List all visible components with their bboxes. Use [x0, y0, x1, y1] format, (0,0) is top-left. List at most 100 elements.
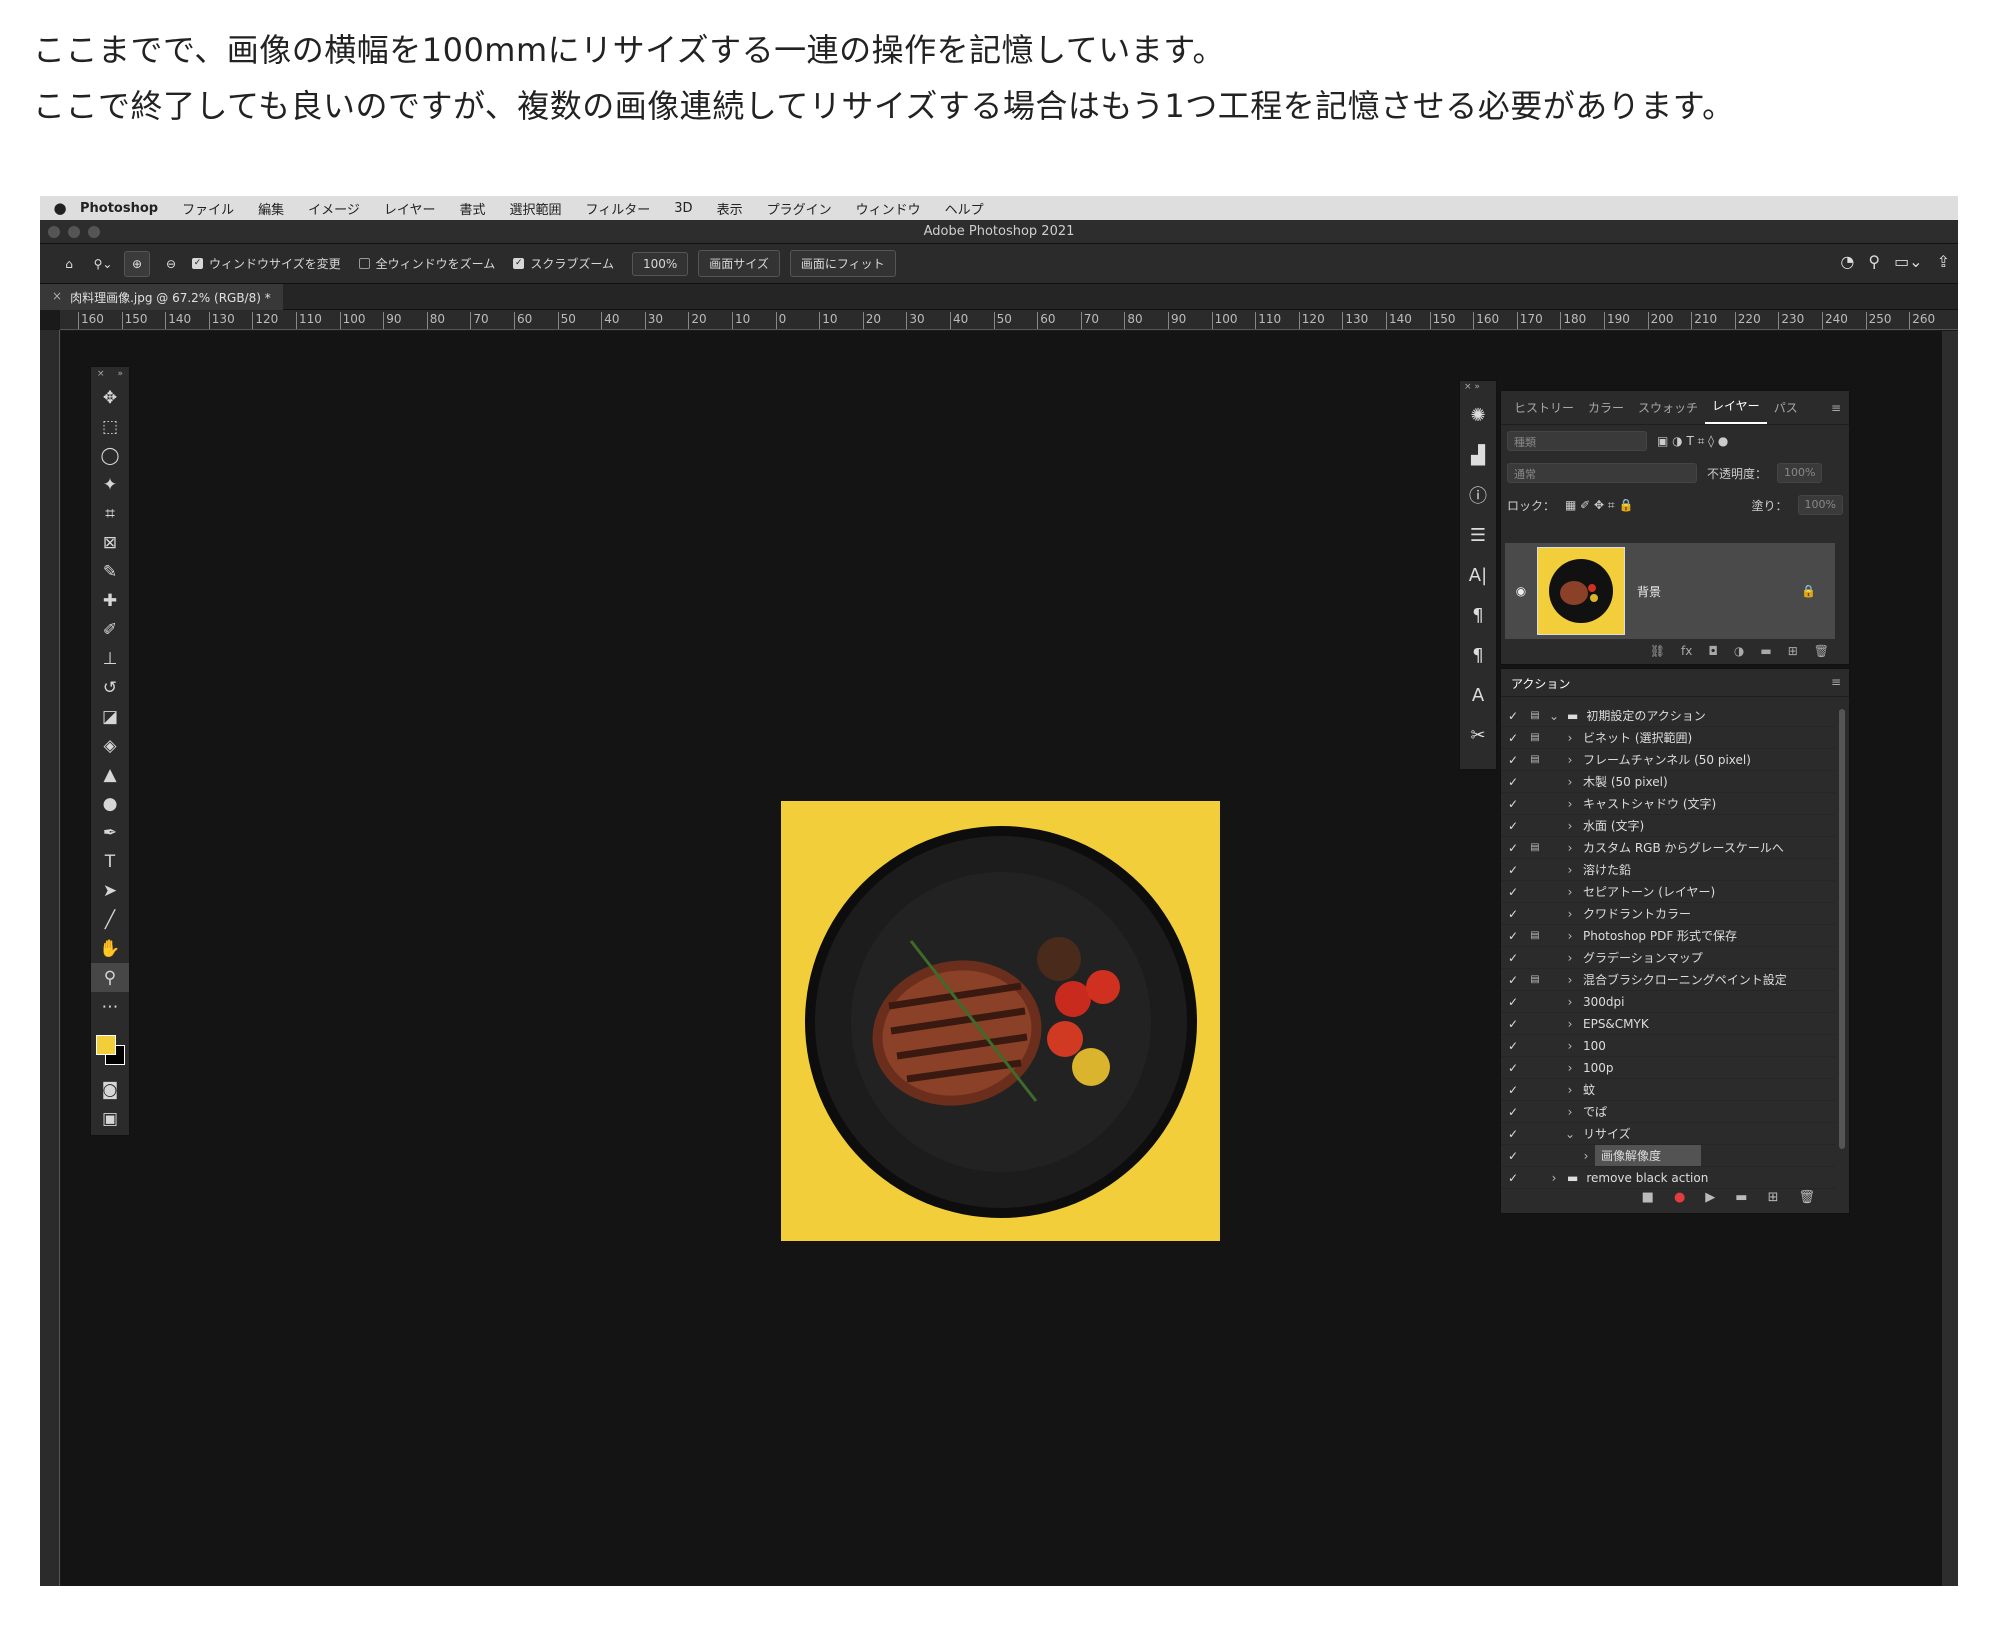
menu-filter[interactable]: フィルター: [586, 199, 651, 218]
eyedropper-icon[interactable]: ✎: [91, 557, 129, 586]
action-row[interactable]: ✓ ▤ › ビネット (選択範囲): [1501, 727, 1835, 749]
document-tab[interactable]: × 肉料理画像.jpg @ 67.2% (RGB/8) *: [40, 284, 283, 310]
action-row[interactable]: ✓ › 300dpi: [1501, 991, 1835, 1013]
brush-tool-icon[interactable]: ✐: [91, 615, 129, 644]
chevron-right-icon[interactable]: ›: [1561, 841, 1579, 855]
zoom-tool-icon[interactable]: ⚲: [91, 963, 129, 992]
healing-brush-icon[interactable]: ✚: [91, 586, 129, 615]
steak-plate-image[interactable]: [781, 801, 1220, 1241]
share-icon[interactable]: ⇪: [1937, 252, 1950, 271]
action-enabled-check-icon[interactable]: ✓: [1501, 841, 1525, 855]
panel-menu-icon[interactable]: ≡: [1831, 401, 1841, 415]
chevron-right-icon[interactable]: ›: [1561, 1061, 1579, 1075]
fill-input[interactable]: 100%: [1797, 495, 1843, 515]
action-row[interactable]: ✓ › EPS&CMYK: [1501, 1013, 1835, 1035]
fx-icon[interactable]: fx: [1681, 644, 1692, 658]
share-people-icon[interactable]: ◔: [1840, 252, 1854, 271]
chevron-right-icon[interactable]: ›: [1561, 995, 1579, 1009]
chevron-right-icon[interactable]: ›: [1561, 863, 1579, 877]
action-row[interactable]: ✓ › グラデーションマップ: [1501, 947, 1835, 969]
more-tools-icon[interactable]: ⋯: [91, 992, 129, 1021]
chevron-right-icon[interactable]: ›: [1561, 973, 1579, 987]
action-row[interactable]: ✓ ⌄ リサイズ: [1501, 1123, 1835, 1145]
dodge-tool-icon[interactable]: ●: [91, 789, 129, 818]
new-set-icon[interactable]: ▬: [1735, 1190, 1747, 1205]
tab-layers[interactable]: レイヤー: [1705, 397, 1767, 424]
action-enabled-check-icon[interactable]: ✓: [1501, 1083, 1525, 1097]
history-brush-icon[interactable]: ↺: [91, 673, 129, 702]
chevron-right-icon[interactable]: ›: [1561, 797, 1579, 811]
action-enabled-check-icon[interactable]: ✓: [1501, 819, 1525, 833]
delete-layer-icon[interactable]: 🗑: [1814, 644, 1829, 658]
menu-type[interactable]: 書式: [460, 199, 486, 218]
actions-title[interactable]: アクション: [1511, 677, 1570, 691]
action-row[interactable]: ✓ › クワドラントカラー: [1501, 903, 1835, 925]
action-row[interactable]: ✓ ▤ › フレームチャンネル (50 pixel): [1501, 749, 1835, 771]
action-enabled-check-icon[interactable]: ✓: [1501, 797, 1525, 811]
apple-icon[interactable]: ●: [40, 199, 80, 217]
path-selection-icon[interactable]: ➤: [91, 876, 129, 905]
action-enabled-check-icon[interactable]: ✓: [1501, 1061, 1525, 1075]
action-enabled-check-icon[interactable]: ✓: [1501, 973, 1525, 987]
dialog-toggle-icon[interactable]: ▤: [1525, 732, 1545, 743]
chevron-right-icon[interactable]: ›: [1561, 929, 1579, 943]
action-enabled-check-icon[interactable]: ✓: [1501, 951, 1525, 965]
action-row[interactable]: ✓ › 100: [1501, 1035, 1835, 1057]
action-row[interactable]: ✓ › 100p: [1501, 1057, 1835, 1079]
chevron-right-icon[interactable]: ›: [1561, 1039, 1579, 1053]
action-enabled-check-icon[interactable]: ✓: [1501, 731, 1525, 745]
paragraph-styles-icon[interactable]: ¶: [1460, 635, 1496, 675]
action-enabled-check-icon[interactable]: ✓: [1501, 1017, 1525, 1031]
info-icon[interactable]: ⓘ: [1460, 475, 1496, 515]
properties-icon[interactable]: ☰: [1460, 515, 1496, 555]
action-row[interactable]: ✓ ▤ › Photoshop PDF 形式で保存: [1501, 925, 1835, 947]
close-panel-icon[interactable]: ×: [97, 369, 105, 381]
workspace-icon[interactable]: ▭⌄: [1894, 252, 1923, 271]
tab-paths[interactable]: パス: [1767, 399, 1805, 424]
menu-file[interactable]: ファイル: [182, 199, 234, 218]
chevron-down-icon[interactable]: ⌄: [1545, 709, 1563, 723]
chevron-right-icon[interactable]: ›: [1561, 753, 1579, 767]
chevron-right-icon[interactable]: ›: [1561, 1083, 1579, 1097]
menu-layer[interactable]: レイヤー: [384, 199, 436, 218]
clone-stamp-icon[interactable]: ⊥: [91, 644, 129, 673]
move-tool-icon[interactable]: ✥: [91, 383, 129, 412]
menu-edit[interactable]: 編集: [258, 199, 284, 218]
lock-icons[interactable]: ▦ ✐ ✥ ⌗ 🔒: [1565, 498, 1633, 513]
crop-tool-icon[interactable]: ⌗: [91, 499, 129, 528]
home-icon[interactable]: ⌂: [56, 251, 82, 277]
quick-mask-icon[interactable]: ◙: [91, 1075, 129, 1104]
type-tool-icon[interactable]: T: [91, 847, 129, 876]
tab-color[interactable]: カラー: [1581, 399, 1631, 424]
dialog-toggle-icon[interactable]: ▤: [1525, 974, 1545, 985]
scrubby-zoom-checkbox[interactable]: ✓ スクラブズーム: [513, 255, 614, 272]
zoom-tool-preset-icon[interactable]: ⚲⌄: [90, 251, 116, 277]
new-group-icon[interactable]: ▬: [1760, 644, 1771, 658]
menu-plugins[interactable]: プラグイン: [767, 199, 832, 218]
paragraph-icon[interactable]: ¶: [1460, 595, 1496, 635]
dialog-toggle-icon[interactable]: ▤: [1525, 710, 1545, 721]
character-icon[interactable]: A|: [1460, 555, 1496, 595]
zoom-100-button[interactable]: 100%: [631, 251, 689, 276]
fill-screen-button[interactable]: 画面にフィット: [789, 250, 896, 277]
action-row[interactable]: ✓ ▤ › 混合ブラシクローニングペイント設定: [1501, 969, 1835, 991]
line-tool-icon[interactable]: ╱: [91, 905, 129, 934]
search-icon[interactable]: ⚲: [1868, 252, 1880, 271]
actions-scrollbar[interactable]: [1839, 709, 1845, 1149]
action-enabled-check-icon[interactable]: ✓: [1501, 1127, 1525, 1141]
lasso-tool-icon[interactable]: ◯: [91, 441, 129, 470]
frame-tool-icon[interactable]: ⊠: [91, 528, 129, 557]
close-tab-icon[interactable]: ×: [52, 289, 62, 305]
chevron-right-icon[interactable]: ›: [1561, 1017, 1579, 1031]
menu-help[interactable]: ヘルプ: [945, 199, 984, 218]
link-layers-icon[interactable]: ⛓: [1650, 644, 1665, 658]
fit-screen-button[interactable]: 画面サイズ: [698, 250, 780, 277]
action-enabled-check-icon[interactable]: ✓: [1501, 753, 1525, 767]
eraser-icon[interactable]: ◪: [91, 702, 129, 731]
opacity-input[interactable]: 100%: [1777, 463, 1823, 483]
action-enabled-check-icon[interactable]: ✓: [1501, 1149, 1525, 1163]
action-enabled-check-icon[interactable]: ✓: [1501, 863, 1525, 877]
chevron-right-icon[interactable]: ›: [1561, 731, 1579, 745]
menu-app[interactable]: Photoshop: [80, 201, 158, 216]
chevron-right-icon[interactable]: ›: [1561, 885, 1579, 899]
